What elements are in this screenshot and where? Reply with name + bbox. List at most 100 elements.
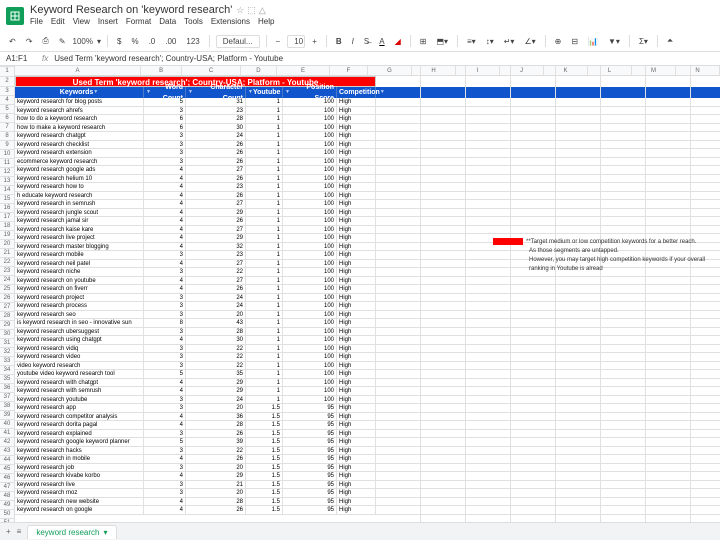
cell-cm[interactable]: High [337,362,376,370]
cell-cm[interactable]: High [337,472,376,480]
cell-ps[interactable]: 100 [283,200,337,208]
cell-wc[interactable]: 4 [144,175,186,183]
cell-yt[interactable]: 1 [246,234,283,242]
cell-cc[interactable]: 29 [186,379,246,387]
cell-keyword[interactable]: keyword research dorita pagal [15,421,144,429]
cell-ps[interactable]: 100 [283,268,337,276]
cell-cc[interactable]: 26 [186,175,246,183]
chevron-down-icon[interactable]: ▾ [97,37,101,46]
cell-keyword[interactable]: keyword research on google [15,506,144,514]
cell-ps[interactable]: 95 [283,472,337,480]
cell-wc[interactable]: 3 [144,268,186,276]
row-header[interactable]: 24 [0,276,14,285]
row-header[interactable]: 17 [0,213,14,222]
row-header[interactable]: 38 [0,402,14,411]
cell-ps[interactable]: 95 [283,404,337,412]
cell-cc[interactable]: 27 [186,260,246,268]
header-char-count[interactable]: ▼Character Count [186,87,246,98]
cell-wc[interactable]: 4 [144,260,186,268]
cell-cc[interactable]: 22 [186,268,246,276]
cell-keyword[interactable]: youtube video keyword research tool [15,370,144,378]
cell-ps[interactable]: 100 [283,209,337,217]
cell-yt[interactable]: 1.5 [246,498,283,506]
cell-yt[interactable]: 1.5 [246,438,283,446]
row-header[interactable]: 43 [0,447,14,456]
cell-ps[interactable]: 100 [283,260,337,268]
menu-view[interactable]: View [73,17,90,26]
row-header[interactable]: 22 [0,258,14,267]
row-header[interactable]: 49 [0,501,14,510]
cell-ps[interactable]: 100 [283,328,337,336]
cell-cm[interactable]: High [337,115,376,123]
cell-ps[interactable]: 100 [283,158,337,166]
cell-yt[interactable]: 1 [246,294,283,302]
cell-wc[interactable]: 4 [144,183,186,191]
row-header[interactable]: 23 [0,267,14,276]
cell-cc[interactable]: 24 [186,302,246,310]
cell-cc[interactable]: 26 [186,217,246,225]
cell-cc[interactable]: 22 [186,447,246,455]
cell-cc[interactable]: 31 [186,98,246,106]
cell-cc[interactable]: 21 [186,481,246,489]
cell-cm[interactable]: High [337,132,376,140]
cell-yt[interactable]: 1.5 [246,455,283,463]
cell-cc[interactable]: 26 [186,149,246,157]
header-position-score[interactable]: ▼Position Score [283,87,337,98]
cell-keyword[interactable]: keyword research jungle scout [15,209,144,217]
text-color-icon[interactable]: A [376,35,387,48]
cell-keyword[interactable]: keyword research hacks [15,447,144,455]
row-header[interactable]: 41 [0,429,14,438]
cell-cm[interactable]: High [337,243,376,251]
cell-cc[interactable]: 26 [186,285,246,293]
row-header[interactable]: 28 [0,312,14,321]
chart-icon[interactable]: 📊 [585,35,601,48]
cell-cm[interactable]: High [337,175,376,183]
cell-wc[interactable]: 4 [144,243,186,251]
italic-icon[interactable]: I [349,35,357,48]
cell-cm[interactable]: High [337,251,376,259]
fill-color-icon[interactable]: ◢ [392,35,404,48]
cell-cm[interactable]: High [337,438,376,446]
cell-yt[interactable]: 1 [246,319,283,327]
cell-wc[interactable]: 3 [144,430,186,438]
cell-cc[interactable]: 43 [186,319,246,327]
cell-cm[interactable]: High [337,294,376,302]
menu-extensions[interactable]: Extensions [211,17,250,26]
cell-keyword[interactable]: keyword research extension [15,149,144,157]
row-header[interactable]: 4 [0,96,14,105]
cell-wc[interactable]: 4 [144,498,186,506]
cell-cc[interactable]: 27 [186,277,246,285]
cell-cm[interactable]: High [337,217,376,225]
cell-cm[interactable]: High [337,455,376,463]
cell-cc[interactable]: 26 [186,506,246,514]
row-header[interactable]: 46 [0,474,14,483]
cell-keyword[interactable]: ecommerce keyword research [15,158,144,166]
cell-yt[interactable]: 1 [246,192,283,200]
cell-yt[interactable]: 1 [246,336,283,344]
cell-cm[interactable]: High [337,166,376,174]
cell-yt[interactable]: 1 [246,149,283,157]
cell-keyword[interactable]: is keyword research in seo - innovative … [15,319,144,327]
cell-yt[interactable]: 1 [246,311,283,319]
star-icon[interactable]: ☆ [236,5,244,16]
cell-yt[interactable]: 1 [246,226,283,234]
cell-keyword[interactable]: keyword research on fiverr [15,285,144,293]
sheets-logo-icon[interactable] [6,7,24,25]
cell-yt[interactable]: 1 [246,379,283,387]
row-header[interactable]: 25 [0,285,14,294]
row-header[interactable]: 42 [0,438,14,447]
cell-yt[interactable]: 1.5 [246,430,283,438]
row-header[interactable]: 26 [0,294,14,303]
cell-cc[interactable]: 28 [186,421,246,429]
cell-keyword[interactable]: keyword research seo [15,311,144,319]
cell-ps[interactable]: 100 [283,226,337,234]
header-competition[interactable]: Competition▼ [337,87,376,98]
chevron-down-icon[interactable]: ▾ [103,528,107,537]
cell-wc[interactable]: 3 [144,328,186,336]
row-header[interactable]: 10 [0,150,14,159]
cell-ps[interactable]: 95 [283,421,337,429]
row-header[interactable]: 16 [0,204,14,213]
cell-cm[interactable]: High [337,268,376,276]
cell-ps[interactable]: 100 [283,98,337,106]
cell-yt[interactable]: 1 [246,251,283,259]
